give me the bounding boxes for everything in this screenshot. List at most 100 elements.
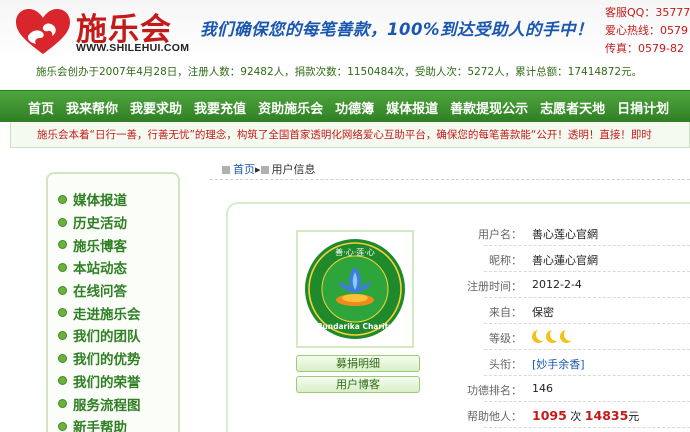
help-amount-unit: 元 [628, 410, 640, 423]
site-logo[interactable]: 施乐会 WWW.SHILEHUI.COM [14, 4, 204, 58]
help-value: 1095 次 14835元 [532, 408, 639, 424]
sidebar-item-honors[interactable]: 我们的荣誉 [58, 370, 178, 393]
bullet-icon [58, 240, 67, 250]
info-row-reg-time: 注册时间： 2012-2-4 [467, 272, 690, 298]
info-row-title: 头衔： [妙手余香] [484, 350, 690, 376]
sidebar-item-history[interactable]: 历史活动 [58, 211, 178, 234]
origin-label: 来自： [489, 306, 522, 319]
breadcrumb-home-link[interactable]: 首页 [233, 163, 255, 176]
contact-info: 客服QQ：35777 爱心热线：0579 传真：0579-82 [605, 4, 690, 58]
help-amount: 14835 [584, 408, 629, 423]
moon-icon [546, 330, 559, 343]
contact-hotline: 爱心热线：0579 [605, 24, 688, 37]
sidebar-item-about[interactable]: 走进施乐会 [58, 301, 178, 324]
sidebar-item-label: 在线问答 [73, 284, 127, 301]
square-bullet-icon [260, 166, 269, 174]
bullet-icon [58, 399, 67, 409]
breadcrumb-current: 用户信息 [271, 163, 316, 176]
nickname-label: 昵称： [489, 254, 522, 267]
avatar-bottom-text: Pundarika Charity [317, 322, 393, 331]
level-label: 等级： [489, 332, 522, 345]
sidebar-item-blog[interactable]: 施乐博客 [58, 233, 178, 256]
sidebar-item-process[interactable]: 服务流程图 [58, 392, 178, 415]
bullet-icon [58, 285, 67, 295]
sidebar-item-label: 我们的优势 [73, 352, 141, 369]
header-slogan: 我们确保您的每笔善款，100%到达受助人的手中！ [200, 20, 593, 39]
merit-rank-value: 146 [532, 382, 553, 395]
moon-icon [532, 330, 545, 343]
sidebar-item-advantages[interactable]: 我们的优势 [58, 347, 178, 370]
help-label: 帮助他人： [467, 410, 522, 423]
nav-item-sponsor[interactable]: 资助施乐会 [252, 98, 329, 117]
nav-item-daily-plan[interactable]: 日捐计划 [611, 98, 675, 117]
sidebar-item-label: 服务流程图 [73, 397, 141, 414]
bullet-icon [58, 194, 67, 204]
sidebar: 媒体报道 历史活动 施乐博客 本站动态 在线问答 走进施乐会 我们的团队 我们的… [46, 172, 180, 432]
title-label: 头衔： [489, 358, 522, 371]
username-label: 用户名： [478, 228, 522, 241]
sidebar-item-label: 新手帮助 [73, 420, 127, 432]
nav-item-request-help[interactable]: 我要求助 [124, 98, 188, 117]
info-row-merit-rank: 功德排名： 146 [467, 376, 690, 402]
moon-icon [560, 330, 573, 343]
sidebar-item-label: 施乐博客 [73, 238, 127, 255]
nav-item-media[interactable]: 媒体报道 [380, 98, 444, 117]
bullet-icon [58, 421, 67, 431]
info-row-nickname: 昵称： 善心蓮心官網 [484, 246, 690, 272]
user-info-table: 用户名： 善心莲心官網 昵称： 善心蓮心官網 注册时间： 2012-2-4 来自… [467, 220, 690, 428]
nav-item-withdrawal[interactable]: 善款提现公示 [444, 98, 534, 117]
nav-item-merit-book[interactable]: 功德簿 [329, 98, 380, 117]
bullet-icon [58, 330, 67, 340]
sidebar-item-label: 本站动态 [73, 261, 127, 278]
level-moons [532, 330, 573, 343]
site-stats: 施乐会创办于2007年4月28日，注册人数：92482人，捐款次数：115048… [36, 66, 643, 78]
sidebar-item-label: 我们的荣誉 [73, 374, 141, 391]
bullet-icon [58, 308, 67, 318]
username-value: 善心莲心官網 [532, 228, 598, 241]
sidebar-item-label: 走进施乐会 [73, 306, 141, 323]
nav-item-help-you[interactable]: 我来帮你 [60, 98, 124, 117]
notice-banner: 施乐会本着“日行一善，行善无忧”的理念，构筑了全国首家透明化网络爱心互助平台，确… [10, 122, 690, 148]
info-row-help-others: 帮助他人： 1095 次 14835元 [467, 402, 690, 428]
sidebar-item-qa[interactable]: 在线问答 [58, 279, 178, 302]
nav-item-home[interactable]: 首页 [22, 98, 60, 117]
level-value [532, 330, 573, 344]
bullet-icon [58, 262, 67, 272]
bullet-icon [58, 353, 67, 363]
info-row-username: 用户名： 善心莲心官網 [478, 220, 690, 246]
sidebar-item-label: 历史活动 [73, 216, 127, 233]
reg-time-label: 注册时间： [467, 280, 522, 293]
help-times-unit: 次 [570, 410, 582, 423]
nav-item-volunteers[interactable]: 志愿者天地 [534, 98, 611, 117]
square-bullet-icon [222, 166, 230, 174]
reg-time-value: 2012-2-4 [532, 278, 582, 291]
sidebar-item-newbie[interactable]: 新手帮助 [58, 415, 178, 432]
help-times: 1095 [532, 408, 567, 423]
nav-item-recharge[interactable]: 我要充值 [188, 98, 252, 117]
avatar[interactable]: 善·心·莲·心 Pundarika Charity [302, 236, 408, 342]
site-url: WWW.SHILEHUI.COM [76, 42, 190, 54]
merit-rank-label: 功德排名： [467, 384, 522, 397]
contact-fax: 传真：0579-82 [605, 42, 684, 55]
avatar-top-text: 善·心·莲·心 [335, 247, 375, 257]
breadcrumb: 首页▸ 用户信息 [210, 158, 690, 180]
user-blog-button[interactable]: 用户博客 [296, 376, 420, 393]
title-value[interactable]: [妙手余香] [532, 356, 585, 372]
sidebar-item-media[interactable]: 媒体报道 [58, 188, 178, 211]
sidebar-item-team[interactable]: 我们的团队 [58, 324, 178, 347]
main-nav: 首页 我来帮你 我要求助 我要充值 资助施乐会 功德簿 媒体报道 善款提现公示 … [0, 90, 690, 122]
info-row-level: 等级： [484, 324, 690, 350]
origin-value: 保密 [532, 306, 554, 319]
sidebar-item-news[interactable]: 本站动态 [58, 256, 178, 279]
nickname-value: 善心蓮心官網 [532, 254, 598, 267]
donation-detail-button[interactable]: 募捐明细 [296, 355, 420, 372]
sidebar-item-label: 我们的团队 [73, 329, 141, 346]
avatar-frame: 善·心·莲·心 Pundarika Charity [296, 230, 414, 348]
contact-qq: 客服QQ：35777 [605, 6, 690, 19]
bullet-icon [58, 376, 67, 386]
info-row-origin: 来自： 保密 [484, 298, 690, 324]
sidebar-item-label: 媒体报道 [73, 193, 127, 210]
bullet-icon [58, 217, 67, 227]
site-header: 施乐会 WWW.SHILEHUI.COM 我们确保您的每笔善款，100%到达受助… [0, 0, 690, 62]
heart-hands-logo-icon [16, 9, 70, 54]
